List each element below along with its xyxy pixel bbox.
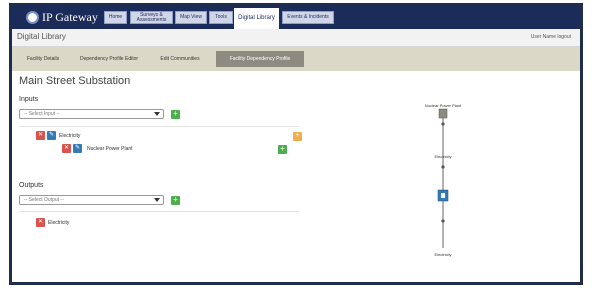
diagram-junction bbox=[441, 165, 445, 169]
app-window: IP Gateway Home Surveys & Assessments Ma… bbox=[9, 3, 583, 285]
diagram-node-facility[interactable] bbox=[438, 108, 448, 119]
diagram-junction bbox=[441, 122, 445, 126]
diagram-node-glyph bbox=[441, 193, 445, 198]
diagram-junction bbox=[441, 219, 445, 223]
diagram-node-label: Electricity bbox=[434, 154, 451, 159]
diagram-node-label: Nuclear Power Plant bbox=[425, 103, 462, 108]
diagram-node-label: Electricity bbox=[434, 252, 451, 257]
dependency-diagram: Nuclear Power Plant Electricity Electric… bbox=[425, 103, 462, 257]
